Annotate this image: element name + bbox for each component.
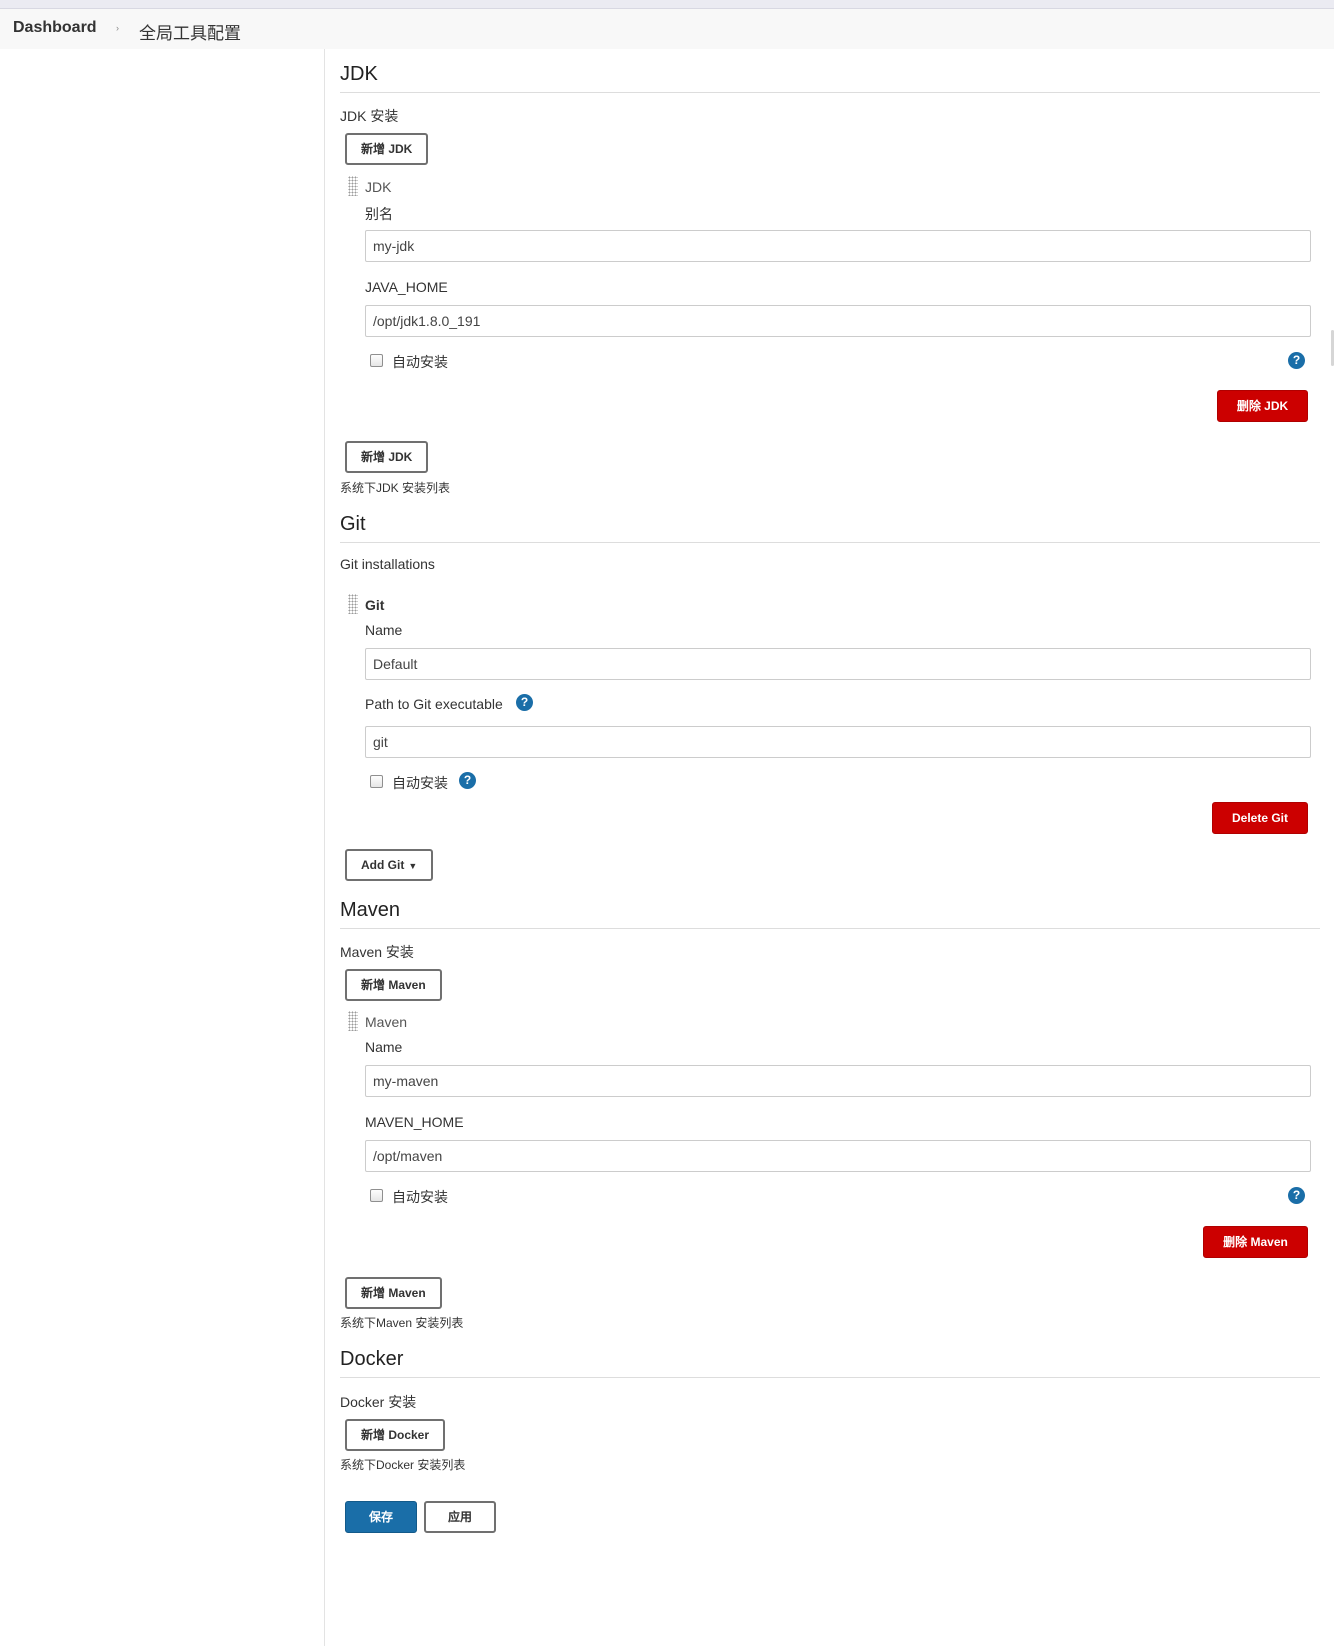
section-divider [340,1377,1320,1378]
drag-handle-icon[interactable] [348,1011,358,1031]
jdk-description: 系统下JDK 安装列表 [340,481,451,495]
maven-section-title: Maven [340,899,401,921]
git-auto-install-checkbox[interactable] [370,775,383,788]
jdk-alias-input[interactable]: my-jdk [365,230,1311,262]
add-jdk-button-bottom[interactable]: 新增 JDK [345,441,429,473]
maven-installs-label: Maven 安装 [340,944,414,960]
java-home-label: JAVA_HOME [365,279,448,295]
git-installs-label: Git installations [340,556,435,572]
breadcrumb-dashboard-link[interactable]: Dashboard [13,19,97,37]
help-icon[interactable]: ? [516,694,533,711]
add-git-button[interactable]: Add Git ▼ [345,849,434,881]
jdk-alias-label: 别名 [365,206,393,222]
sidebar-divider [324,49,325,1646]
chevron-right-icon: › [116,23,119,33]
top-bar [0,0,1334,9]
git-name-input[interactable]: Default [365,648,1311,680]
maven-home-input[interactable]: /opt/maven [365,1140,1311,1172]
add-docker-button[interactable]: 新增 Docker [345,1419,446,1451]
maven-auto-install-checkbox[interactable] [370,1189,383,1202]
breadcrumb: Dashboard › 全局工具配置 [0,9,1334,49]
config-form: JDK JDK 安装 新增 JDK JDK 别名 my-jdk JAVA_HOM… [340,49,1320,1639]
git-name-label: Name [365,622,403,638]
delete-maven-button[interactable]: 删除 Maven [1203,1226,1308,1258]
apply-button[interactable]: 应用 [424,1501,496,1533]
delete-jdk-button[interactable]: 删除 JDK [1217,390,1308,422]
add-maven-button[interactable]: 新增 Maven [345,969,442,1001]
save-button[interactable]: 保存 [345,1501,417,1533]
breadcrumb-current-page: 全局工具配置 [139,24,241,43]
docker-section-title: Docker [340,1348,404,1370]
help-icon[interactable]: ? [1288,352,1305,369]
docker-description: 系统下Docker 安装列表 [340,1458,466,1472]
git-auto-install-label: 自动安装 [392,775,448,791]
section-divider [340,92,1320,93]
git-path-input[interactable]: git [365,726,1311,758]
maven-item-title: Maven [365,1014,408,1030]
docker-installs-label: Docker 安装 [340,1394,417,1410]
maven-auto-install-label: 自动安装 [392,1189,448,1205]
delete-git-button[interactable]: Delete Git [1212,802,1308,834]
section-divider [340,542,1320,543]
drag-handle-icon[interactable] [348,176,358,196]
help-icon[interactable]: ? [1288,1187,1305,1204]
maven-home-label: MAVEN_HOME [365,1114,464,1130]
java-home-input[interactable]: /opt/jdk1.8.0_191 [365,305,1311,337]
add-jdk-button[interactable]: 新增 JDK [345,133,429,165]
git-item-title: Git [365,597,385,613]
git-path-label: Path to Git executable [365,696,503,712]
drag-handle-icon[interactable] [348,594,358,614]
jdk-item-title: JDK [365,179,392,195]
help-icon[interactable]: ? [459,772,476,789]
jdk-section-title: JDK [340,63,378,85]
maven-name-label: Name [365,1039,403,1055]
maven-description: 系统下Maven 安装列表 [340,1316,464,1330]
caret-down-icon: ▼ [408,861,418,871]
git-section-title: Git [340,513,366,535]
jdk-auto-install-checkbox[interactable] [370,354,383,367]
add-git-label: Add Git [361,858,405,872]
jdk-installs-label: JDK 安装 [340,108,399,124]
jdk-auto-install-label: 自动安装 [392,354,448,370]
maven-name-input[interactable]: my-maven [365,1065,1311,1097]
add-maven-button-bottom[interactable]: 新增 Maven [345,1277,442,1309]
section-divider [340,928,1320,929]
